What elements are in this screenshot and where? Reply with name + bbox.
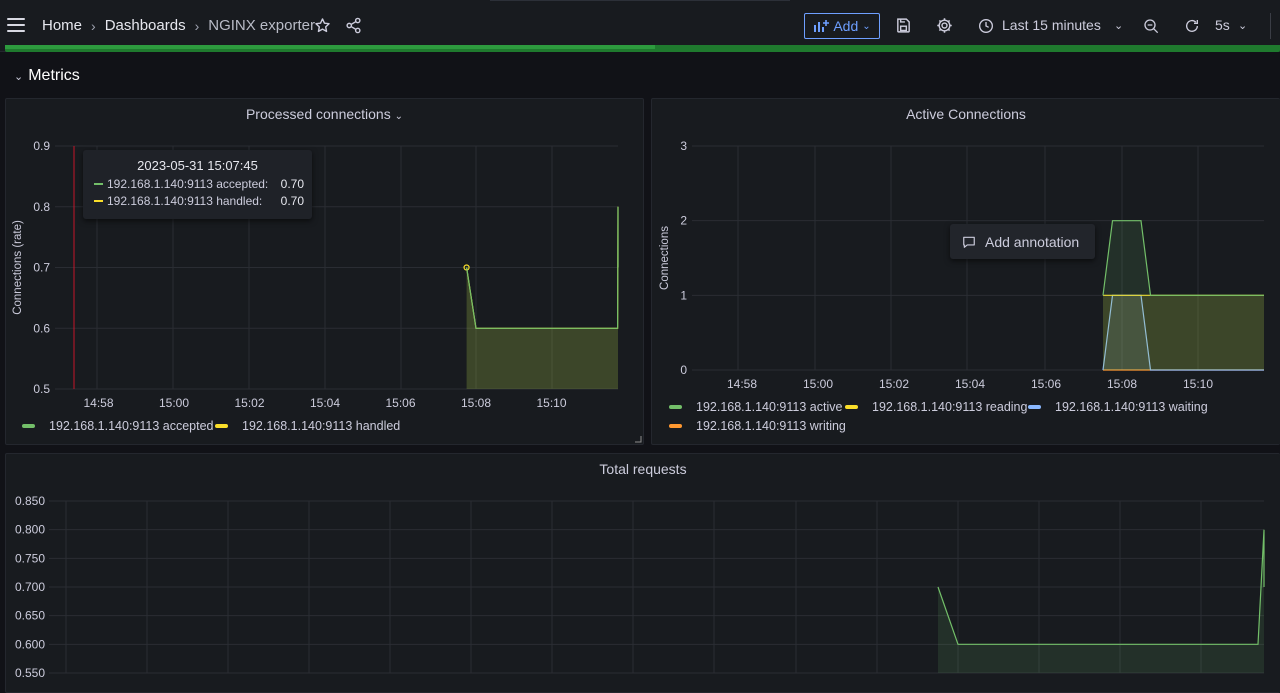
y-tick-label: 0.650 [15,609,45,623]
y-tick-label: 0.850 [15,494,45,508]
y-tick-label: 0.750 [15,551,45,565]
y-tick-label: 0.800 [15,523,45,537]
y-tick-label: 0.550 [15,666,45,680]
chart-total-requests: 0.550 0.600 0.650 0.700 0.750 0.800 0.850 [15,494,1265,680]
y-tick-label: 0.700 [15,580,45,594]
y-tick-label: 0.600 [15,637,45,651]
series-area [938,529,1264,673]
